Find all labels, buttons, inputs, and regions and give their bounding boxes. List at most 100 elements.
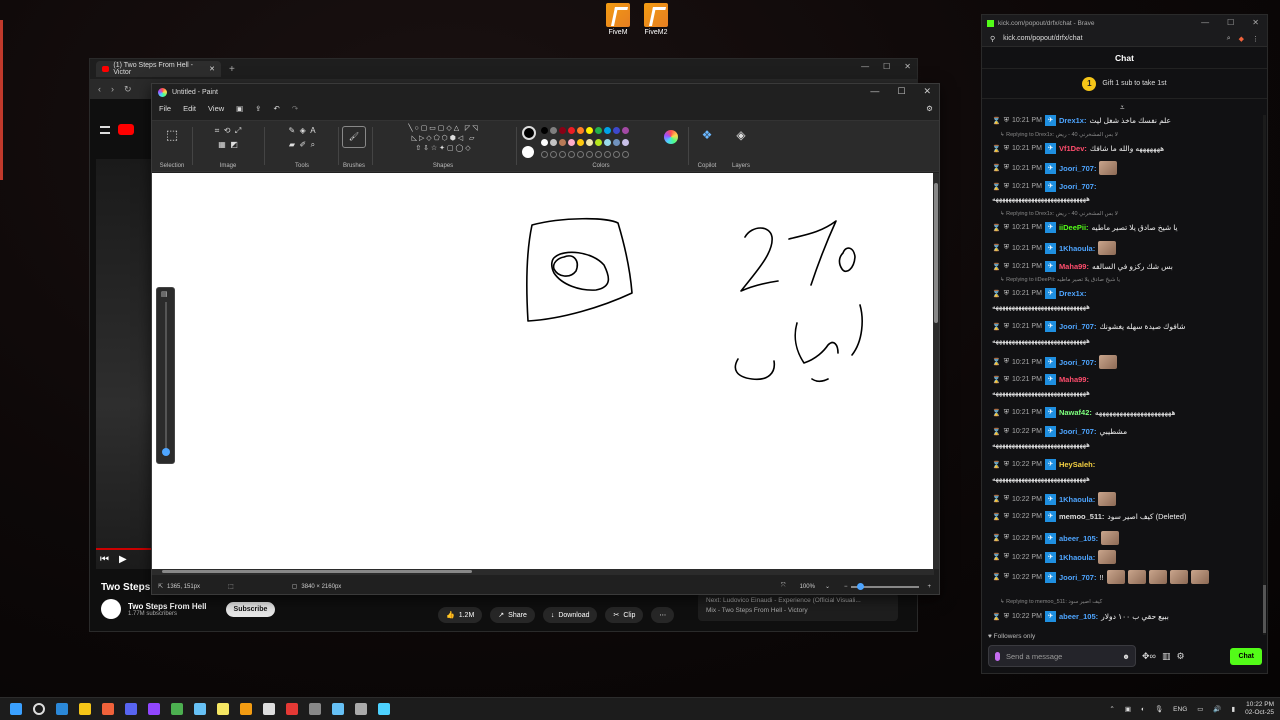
close-icon[interactable]: ✕ xyxy=(1252,18,1259,27)
forward-icon[interactable]: › xyxy=(111,84,114,94)
desktop-icon-fivem2[interactable]: FiveM2 xyxy=(641,3,671,36)
chat-username[interactable]: Vf1Dev: xyxy=(1059,144,1087,153)
empty-color-swatch[interactable] xyxy=(541,151,548,158)
chat-username[interactable]: iiDeePii: xyxy=(1059,223,1089,232)
menu-icon[interactable] xyxy=(100,125,110,134)
task-view-icon[interactable] xyxy=(56,703,68,715)
microphone-icon[interactable]: 🎙 xyxy=(1155,705,1163,713)
browser-tab[interactable]: (1) Two Steps From Hell - Victor ✕ xyxy=(96,61,221,77)
color-swatch[interactable] xyxy=(622,127,629,134)
color-swatch[interactable] xyxy=(604,139,611,146)
zoom-level[interactable]: 100% xyxy=(800,584,815,590)
layers-icon[interactable]: ◈ xyxy=(728,128,754,142)
more-icon[interactable]: ⋮ xyxy=(1252,35,1259,43)
play-icon[interactable]: ▶ xyxy=(119,554,127,565)
fit-icon[interactable]: ⤧ xyxy=(781,583,786,590)
chat-scrollbar[interactable] xyxy=(1263,115,1266,635)
notes-icon[interactable] xyxy=(217,703,229,715)
chevron-down-icon[interactable]: ⌄ xyxy=(825,583,830,590)
windows-start-icon[interactable] xyxy=(10,703,22,715)
reply-context[interactable]: ↳ Replying to Drex1x: لا بس المشخرني 40 … xyxy=(1000,211,1118,217)
chat-username[interactable]: Joori_707: xyxy=(1059,573,1097,582)
color-swatch[interactable] xyxy=(550,139,557,146)
color-swatch[interactable] xyxy=(550,127,557,134)
send-chat-button[interactable]: Chat xyxy=(1230,647,1262,665)
chat-message[interactable]: ⌛ ⛨ 10:21 PM ✈ Drex1x: علم نفسك ماخذ شغل ليث xyxy=(992,115,1260,126)
app-icon[interactable] xyxy=(286,703,298,715)
language-indicator[interactable]: ENG xyxy=(1173,706,1187,713)
close-icon[interactable]: ✕ xyxy=(904,62,911,71)
empty-color-swatch[interactable] xyxy=(622,151,629,158)
steam-icon[interactable] xyxy=(194,703,206,715)
search-icon[interactable]: ⌕ xyxy=(1227,35,1231,43)
file-explorer-icon[interactable] xyxy=(79,703,91,715)
chat-message[interactable]: ⌛ ⛨ 10:21 PM ✈ Maha99: xyxy=(992,374,1260,385)
secondary-color[interactable] xyxy=(522,146,534,158)
canvas-vertical-scrollbar[interactable] xyxy=(933,173,939,569)
menu-edit[interactable]: Edit xyxy=(183,104,196,113)
empty-color-swatch[interactable] xyxy=(550,151,557,158)
chat-message[interactable]: ⌛ ⛨ 10:22 PM ✈ abeer_105: xyxy=(992,531,1260,545)
zoom-in-icon[interactable]: + xyxy=(927,584,931,590)
color-swatch[interactable] xyxy=(541,139,548,146)
clip-button[interactable]: ✂ Clip xyxy=(605,607,644,623)
reload-icon[interactable]: ↻ xyxy=(124,84,132,95)
reply-context[interactable]: ↳ Replying to memoo_511: كيف اصير سود xyxy=(1000,599,1102,605)
color-swatch[interactable] xyxy=(622,139,629,146)
brave-icon[interactable] xyxy=(102,703,114,715)
scrollbar-thumb[interactable] xyxy=(162,570,472,573)
color-swatch[interactable] xyxy=(613,127,620,134)
chat-username[interactable]: Maha99: xyxy=(1059,262,1089,271)
chat-message[interactable]: ⌛ ⛨ 10:21 PM ✈ iiDeePii: يا شيخ صادق يلا تصير… xyxy=(992,222,1260,233)
chat-message[interactable]: ⌛ ⛨ 10:21 PM ✈ Joori_707: xyxy=(992,161,1260,175)
tray-app-icon[interactable]: ▣ xyxy=(1125,705,1131,713)
minimize-icon[interactable]: — xyxy=(870,86,879,97)
microphone-icon[interactable] xyxy=(995,651,1000,661)
chat-message[interactable]: ⌛ ⛨ 10:21 PM ✈ 1Khaoula: xyxy=(992,241,1260,255)
store-icon[interactable]: ▥ xyxy=(1162,651,1171,662)
brush-icon[interactable]: 🖌 xyxy=(342,126,366,148)
address-text[interactable]: kick.com/popout/drfx/chat xyxy=(1003,35,1082,42)
menu-file[interactable]: File xyxy=(159,104,171,113)
address-bar[interactable]: ⚲ kick.com/popout/drfx/chat ⌕ ◆ ⋮ xyxy=(982,31,1267,47)
scrollbar-thumb[interactable] xyxy=(934,183,938,323)
channel-name[interactable]: Two Steps From Hell xyxy=(128,602,207,611)
redo-icon[interactable]: ↷ xyxy=(292,104,298,113)
undo-icon[interactable]: ↶ xyxy=(274,104,280,113)
settings-icon[interactable]: ⚙ xyxy=(926,104,933,113)
search-icon[interactable] xyxy=(33,703,45,715)
video-player[interactable] xyxy=(96,159,158,569)
settings-icon[interactable]: ⚙ xyxy=(1176,651,1184,662)
reply-context[interactable]: ↳ Replying to Drex1x: لا بس المشخرني 40 … xyxy=(1000,132,1118,138)
empty-color-swatch[interactable] xyxy=(559,151,566,158)
chat-username[interactable]: Joori_707: xyxy=(1059,182,1097,191)
discord-icon[interactable] xyxy=(125,703,137,715)
terminal-icon[interactable] xyxy=(309,703,321,715)
chat-message[interactable]: ⌛ ⛨ 10:22 PM ✈ HeySaleh: xyxy=(992,459,1260,470)
chat-message[interactable]: ⌛ ⛨ 10:21 PM ✈ Drex1x: xyxy=(992,288,1260,299)
steam-icon[interactable] xyxy=(332,703,344,715)
new-tab-icon[interactable]: + xyxy=(229,64,235,75)
chrome-icon[interactable] xyxy=(171,703,183,715)
chat-message[interactable]: ⌛ ⛨ 10:21 PM ✈ Joori_707: شافوك صيدة سهله يغش… xyxy=(992,321,1260,332)
maximize-icon[interactable]: ☐ xyxy=(897,86,905,97)
volume-icon[interactable]: 🔊 xyxy=(1213,705,1221,713)
maximize-icon[interactable]: ☐ xyxy=(883,62,890,71)
chat-message[interactable]: ⌛ ⛨ 10:22 PM ✈ memoo_511: كيف اصير سود (Delet… xyxy=(992,511,1260,522)
color-swatch[interactable] xyxy=(595,127,602,134)
paint-icon[interactable] xyxy=(378,703,390,715)
infinity-icon[interactable]: ✥∞ xyxy=(1142,651,1156,662)
color-swatch[interactable] xyxy=(595,139,602,146)
channel-avatar[interactable] xyxy=(101,599,121,619)
chat-username[interactable]: abeer_105: xyxy=(1059,612,1098,621)
reply-context[interactable]: ↳ Replying to iiDeePii: يا شيخ صادق يلا … xyxy=(1000,277,1120,283)
chat-username[interactable]: Drex1x: xyxy=(1059,289,1087,298)
chat-username[interactable]: 1Khaoula: xyxy=(1059,495,1095,504)
edit-colors-icon[interactable] xyxy=(664,130,678,144)
minimize-icon[interactable]: — xyxy=(861,62,869,71)
minimize-icon[interactable]: — xyxy=(1201,18,1209,27)
chevron-up-icon[interactable]: ⌃ xyxy=(1109,705,1114,713)
download-button[interactable]: ↓ Download xyxy=(542,607,598,623)
subscribe-button[interactable]: Subscribe xyxy=(225,601,276,617)
brush-size-slider[interactable]: ▤ xyxy=(156,287,175,464)
